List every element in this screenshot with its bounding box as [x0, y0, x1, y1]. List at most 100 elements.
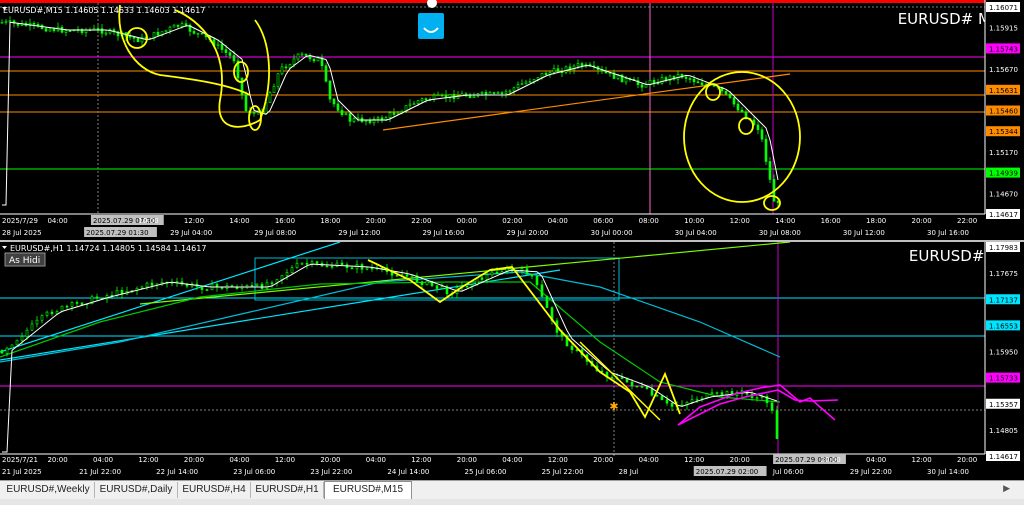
m15-candle [576, 63, 580, 67]
h1-candle [315, 261, 319, 264]
m15-candle [164, 29, 168, 33]
projection-magenta-1[interactable] [677, 384, 836, 426]
m15-price-label: 1.15743 [989, 45, 1018, 53]
m15-candle [180, 23, 184, 27]
h1-candle [420, 281, 424, 286]
m15-candle [68, 30, 72, 32]
m15-candle [580, 63, 584, 67]
h1-candle [440, 286, 444, 289]
m15-candle [312, 58, 316, 62]
m15-time-label: 18:00 [866, 217, 886, 225]
h1-candle [285, 272, 289, 276]
tab-weekly[interactable]: EURUSD#,Weekly [2, 482, 95, 498]
h1-date-label: 22 Jul 14:00 [156, 468, 198, 476]
m15-candle [304, 53, 308, 56]
m15-candle [420, 98, 424, 102]
m15-candle [768, 161, 772, 180]
h1-price-label: 1.15733 [989, 375, 1018, 383]
chart-h1[interactable]: ✱ EURUSD#,H1 1.14724 1.14805 1.14584 1.1… [0, 241, 1024, 480]
m15-candle [676, 74, 680, 80]
m15-candle [216, 43, 220, 46]
m15-time-label: 06:00 [593, 217, 613, 225]
trendline-green[interactable] [139, 241, 791, 305]
chart-m15-canvas[interactable]: EURUSD#,M15 1.14605 1.14633 1.14603 1.14… [0, 0, 1024, 240]
h1-candle [45, 311, 49, 316]
h1-candle [300, 262, 304, 265]
tab-daily[interactable]: EURUSD#,Daily [95, 482, 178, 498]
h1-candle [755, 397, 759, 399]
smiley-icon[interactable] [418, 13, 444, 39]
m15-candle [228, 52, 232, 56]
m15-candle [644, 84, 648, 88]
m15-candle [764, 138, 768, 162]
h1-time-label: 04:00 [639, 456, 659, 464]
moving-average-slow [0, 271, 781, 363]
chart-m15[interactable]: EURUSD#,M15 1.14605 1.14633 1.14603 1.14… [0, 0, 1024, 240]
m15-time-label: 12:00 [184, 217, 204, 225]
m15-candle [392, 112, 396, 115]
m15-time-label: 08:00 [639, 217, 659, 225]
trendline-yellow[interactable] [579, 341, 661, 421]
m15-candle [332, 98, 336, 105]
h1-candle [695, 398, 699, 401]
h1-candle [635, 385, 639, 388]
drawing-yellow-circle-3[interactable] [248, 105, 262, 131]
m15-candle [132, 36, 136, 39]
m15-candle [724, 90, 728, 95]
tab-h4[interactable]: EURUSD#,H4 [178, 482, 251, 498]
m15-candle [368, 120, 372, 124]
drawing-yellow-circle-5[interactable] [738, 117, 754, 135]
candles-h1 [0, 258, 779, 440]
m15-candle [492, 92, 496, 94]
m15-candle [640, 84, 644, 88]
h1-price-label: 1.17675 [989, 270, 1018, 278]
h1-candle [365, 267, 369, 270]
h1-candle [715, 392, 719, 394]
h1-time-label: 12:00 [138, 456, 158, 464]
m15-date-label: 29 Jul 08:00 [254, 229, 296, 237]
m15-candle [688, 78, 692, 80]
h1-time-label: 20:00 [457, 456, 477, 464]
h1-candle [570, 345, 574, 350]
m15-price-label: 1.15460 [989, 108, 1018, 116]
projection-magenta-2[interactable] [677, 389, 839, 426]
h1-candle [40, 315, 44, 321]
tab-m15[interactable]: EURUSD#,M15 [324, 481, 412, 500]
m15-candle [424, 98, 428, 100]
m15-price-label: 1.14670 [989, 190, 1018, 198]
tab-h1[interactable]: EURUSD#,H1 [251, 482, 324, 498]
m15-time-label: 16:00 [275, 217, 295, 225]
h1-candle [5, 347, 9, 354]
m15-time-label: 20:00 [912, 217, 932, 225]
h1-candle [95, 296, 99, 299]
chart-h1-canvas[interactable]: ✱ EURUSD#,H1 1.14724 1.14805 1.14584 1.1… [0, 241, 1024, 480]
chart-info-m15: EURUSD#,M15 1.14605 1.14633 1.14603 1.14… [3, 6, 205, 15]
m15-candle [388, 112, 392, 118]
h1-time-label: 04:00 [366, 456, 386, 464]
collapse-arrow-icon-h1[interactable] [2, 246, 7, 249]
m15-candle [104, 32, 108, 35]
tabs-scroll-right-icon[interactable]: ▶ [1003, 484, 1010, 494]
h1-price-label: 1.15950 [989, 349, 1018, 357]
h1-time-label: 12:00 [912, 456, 932, 464]
h1-candle [350, 267, 354, 270]
h1-candle [215, 283, 219, 288]
m15-candle [692, 78, 696, 83]
m15-price-label: 1.15670 [989, 66, 1018, 74]
h1-date-label: 25 Jul 22:00 [542, 468, 584, 476]
m15-candle [696, 81, 700, 84]
h1-date-label: 30 Jul 14:00 [927, 468, 969, 476]
m15-candle [344, 113, 348, 115]
trendline-orange[interactable] [382, 73, 791, 131]
rectangle-cyan[interactable] [254, 257, 620, 301]
drawing-yellow-big-ellipse[interactable] [683, 71, 801, 203]
m15-time-label: 14:00 [229, 217, 249, 225]
h1-candle [35, 319, 39, 325]
m15-candle [224, 49, 228, 53]
m15-candle [272, 85, 276, 93]
m15-price-label: 1.15170 [989, 149, 1018, 157]
h1-candle [690, 399, 694, 403]
m15-candle [128, 35, 132, 38]
h1-date-label: Jul 06:00 [772, 468, 804, 476]
m15-time-label: 2025/7/29 [2, 217, 38, 225]
